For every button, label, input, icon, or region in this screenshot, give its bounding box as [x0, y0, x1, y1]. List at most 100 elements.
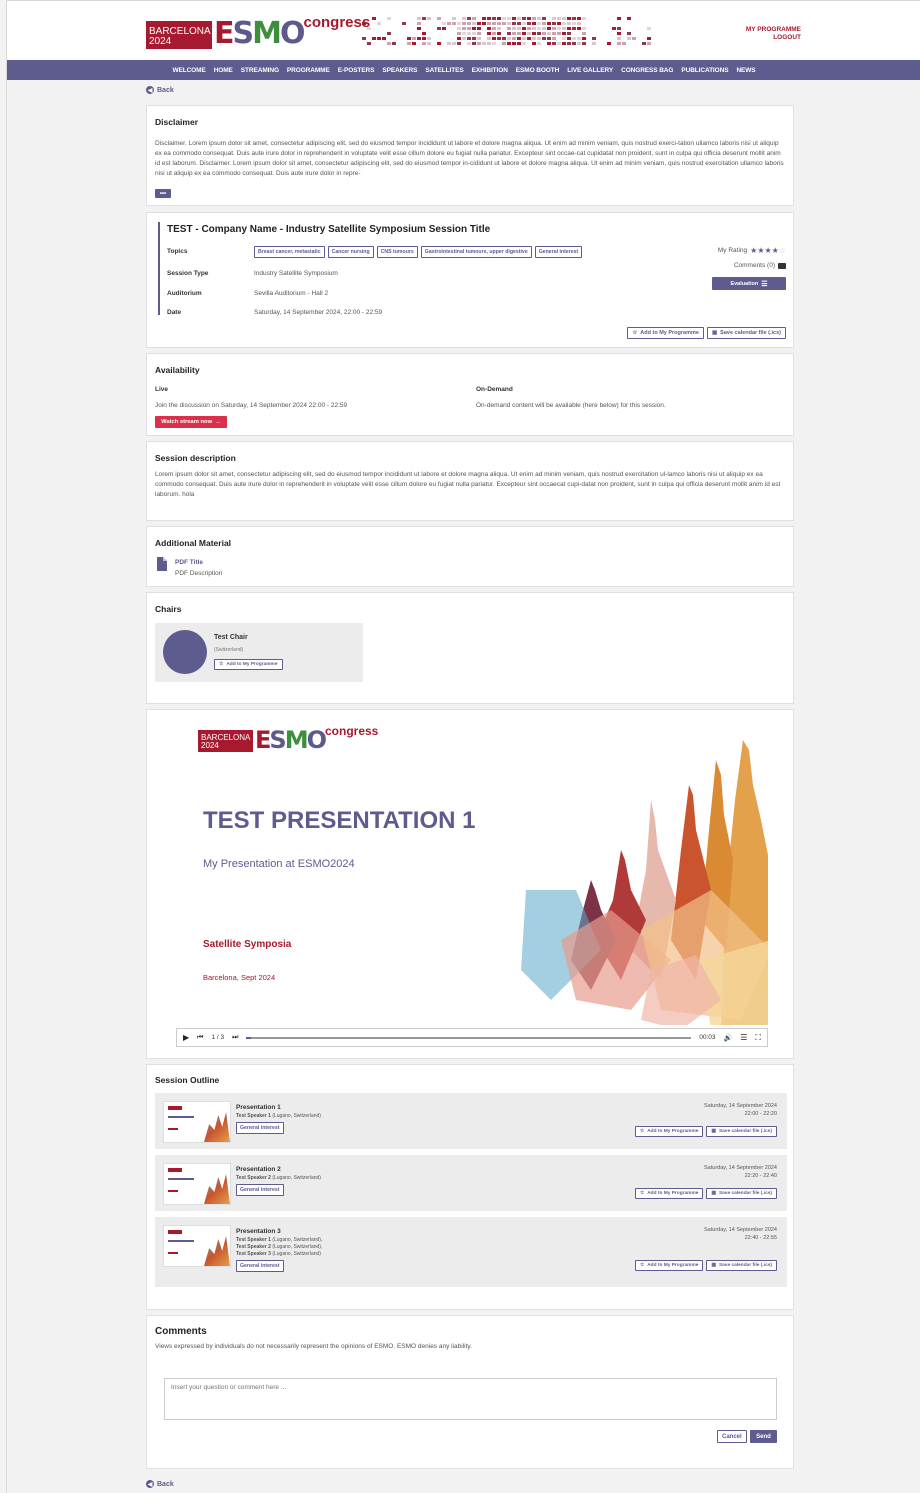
save-calendar-button[interactable]: ▦ Save calendar file (.ics) [706, 1126, 777, 1137]
back-link-bottom[interactable]: ◀ Back [146, 1480, 174, 1488]
watch-stream-button[interactable]: Watch stream now → [155, 416, 227, 428]
speaker-name[interactable]: Test Speaker 2 [236, 1175, 271, 1181]
logo-year: 2024 [149, 36, 172, 47]
description-text: Lorem ipsum dolor sit amet, consectetur … [155, 471, 781, 499]
nav-item[interactable]: LIVE GALLERY [567, 67, 613, 74]
auditorium-value: Sevilla Auditorium - Hall 2 [254, 290, 329, 297]
add-to-programme-button[interactable]: ☆ Add to My Programme [634, 1188, 704, 1199]
presentation-thumbnail[interactable] [163, 1225, 231, 1267]
nav-item[interactable]: CONGRESS BAG [621, 67, 673, 74]
live-label: Live [155, 386, 169, 393]
player-controls: ▶ ⏮ 1 / 3 ⏭ 00:03 🔊 ☰ ⛶ [176, 1028, 768, 1047]
decorative-pattern [362, 17, 651, 45]
comments-count[interactable]: Comments (0) [734, 262, 775, 269]
topic-tag[interactable]: General interest [236, 1184, 284, 1196]
nav-item[interactable]: STREAMING [241, 67, 279, 74]
chair-name: Test Chair [214, 634, 248, 641]
esmo-logo[interactable]: BARCELONA 2024 ESMO congress [146, 15, 370, 49]
pdf-description: PDF Description [175, 570, 223, 577]
pdf-title-link[interactable]: PDF Title [175, 559, 203, 566]
nav-item[interactable]: PUBLICATIONS [681, 67, 728, 74]
star-icon[interactable]: ☆ [779, 246, 786, 255]
topic-tag[interactable]: Cancer nursing [327, 246, 374, 258]
comments-title: Comments [155, 1326, 207, 1337]
logout-link[interactable]: LOGOUT [746, 34, 801, 42]
rating-stars[interactable]: ★★★★☆ [750, 246, 786, 255]
nav-item[interactable]: WELCOME [172, 67, 205, 74]
chair-add-programme-button[interactable]: ☆ Add to My Programme [214, 659, 283, 670]
nav-item[interactable]: NEWS [736, 67, 755, 74]
cancel-button[interactable]: Cancel [717, 1430, 747, 1443]
topic-tag[interactable]: General interest [236, 1122, 284, 1134]
progress-bar[interactable] [246, 1036, 692, 1039]
save-calendar-button[interactable]: ▦ Save calendar file (.ics) [706, 1188, 777, 1199]
speaker-name[interactable]: Test Speaker 3 [236, 1251, 271, 1257]
presentation-thumbnail[interactable] [163, 1163, 231, 1205]
send-button[interactable]: Send [750, 1430, 777, 1443]
nav-item[interactable]: PROGRAMME [287, 67, 330, 74]
add-to-programme-button[interactable]: ☆ Add to My Programme [627, 327, 704, 339]
presentation-thumbnail[interactable] [163, 1101, 231, 1143]
save-calendar-button[interactable]: ▦ Save calendar file (.ics) [706, 327, 786, 339]
slide-area[interactable]: BARCELONA 2024 ESMO congress TEST PRESEN… [176, 715, 768, 1025]
add-to-programme-button[interactable]: ☆ Add to My Programme [634, 1260, 704, 1271]
presentation-time: 22:20 - 22:40 [744, 1172, 777, 1179]
volume-icon[interactable]: 🔊 [724, 1034, 733, 1042]
nav-item[interactable]: HOME [214, 67, 233, 74]
topic-tag[interactable]: Gastrointestinal tumours, upper digestiv… [420, 246, 532, 258]
my-programme-link[interactable]: MY PROGRAMME [746, 26, 801, 34]
comment-icon [778, 262, 786, 269]
previous-icon[interactable]: ⏮ [197, 1034, 203, 1042]
topic-tag[interactable]: General interest [534, 246, 583, 258]
topic-tag[interactable]: General interest [236, 1260, 284, 1272]
play-icon[interactable]: ▶ [183, 1033, 189, 1042]
speaker-affiliation: (Lugano, Switzerland) [270, 1113, 321, 1119]
presentation-title[interactable]: Presentation 3 [236, 1228, 281, 1235]
speaker-name[interactable]: Test Speaker 1 [236, 1237, 271, 1243]
star-icon: ☆ [639, 1191, 645, 1196]
presentation-title[interactable]: Presentation 1 [236, 1104, 281, 1111]
speaker-affiliation: (Lugano, Switzerland), [270, 1237, 323, 1243]
slide-logo: BARCELONA 2024 ESMO congress [198, 725, 378, 752]
slide-subtitle: My Presentation at ESMO2024 [203, 858, 355, 870]
presentation-title[interactable]: Presentation 2 [236, 1166, 281, 1173]
availability-title: Availability [155, 365, 200, 375]
speaker-affiliation: (Lugano, Switzerland) [270, 1175, 321, 1181]
back-label: Back [157, 86, 174, 94]
logo-suffix: congress [303, 14, 371, 31]
menu-icon[interactable]: ☰ [740, 1033, 747, 1042]
nav-item[interactable]: ESMO BOOTH [516, 67, 560, 74]
back-link[interactable]: ◀ Back [146, 86, 174, 94]
chairs-card: Chairs Test Chair (Switzerland) ☆ Add to … [146, 592, 794, 704]
topic-tags: Breast cancer, metastatic Cancer nursing C… [254, 246, 585, 258]
star-icon[interactable]: ★ [772, 246, 779, 255]
list-icon: ☰ [761, 280, 768, 288]
nav-item[interactable]: SATELLITES [425, 67, 463, 74]
add-to-programme-label: Add to My Programme [647, 1129, 699, 1134]
add-to-programme-button[interactable]: ☆ Add to My Programme [634, 1126, 704, 1137]
calendar-icon: ▦ [711, 330, 718, 336]
save-calendar-label: Save calendar file (.ics) [718, 1191, 772, 1196]
speaker-name[interactable]: Test Speaker 2 [236, 1244, 271, 1250]
next-icon[interactable]: ⏭ [232, 1034, 238, 1042]
watch-stream-label: Watch stream now [161, 419, 213, 425]
speaker-name[interactable]: Test Speaker 1 [236, 1113, 271, 1119]
session-type-value: Industry Satellite Symposium [254, 270, 338, 277]
fullscreen-icon[interactable]: ⛶ [755, 1033, 761, 1043]
speaker-affiliation: (Lugano, Switzerland), [270, 1243, 323, 1250]
star-icon[interactable]: ★ [764, 246, 771, 255]
ondemand-text: On-demand content will be available (her… [476, 402, 666, 409]
more-button[interactable]: ••• [155, 189, 171, 198]
comments-card: Comments Views expressed by individuals … [146, 1315, 794, 1469]
nav-item[interactable]: SPEAKERS [382, 67, 417, 74]
nav-item[interactable]: E-POSTERS [338, 67, 375, 74]
description-title: Session description [155, 453, 236, 463]
topic-tag[interactable]: Breast cancer, metastatic [254, 246, 325, 258]
evaluation-button[interactable]: Evaluation ☰ [712, 277, 786, 290]
outline-row: Presentation 3 Test Speaker 1 (Lugano, S… [155, 1217, 787, 1287]
topic-tag[interactable]: CNS tumours [376, 246, 418, 258]
session-type-label: Session Type [167, 270, 209, 277]
nav-item[interactable]: EXHIBITION [472, 67, 508, 74]
save-calendar-button[interactable]: ▦ Save calendar file (.ics) [706, 1260, 777, 1271]
comment-input[interactable] [164, 1378, 777, 1420]
